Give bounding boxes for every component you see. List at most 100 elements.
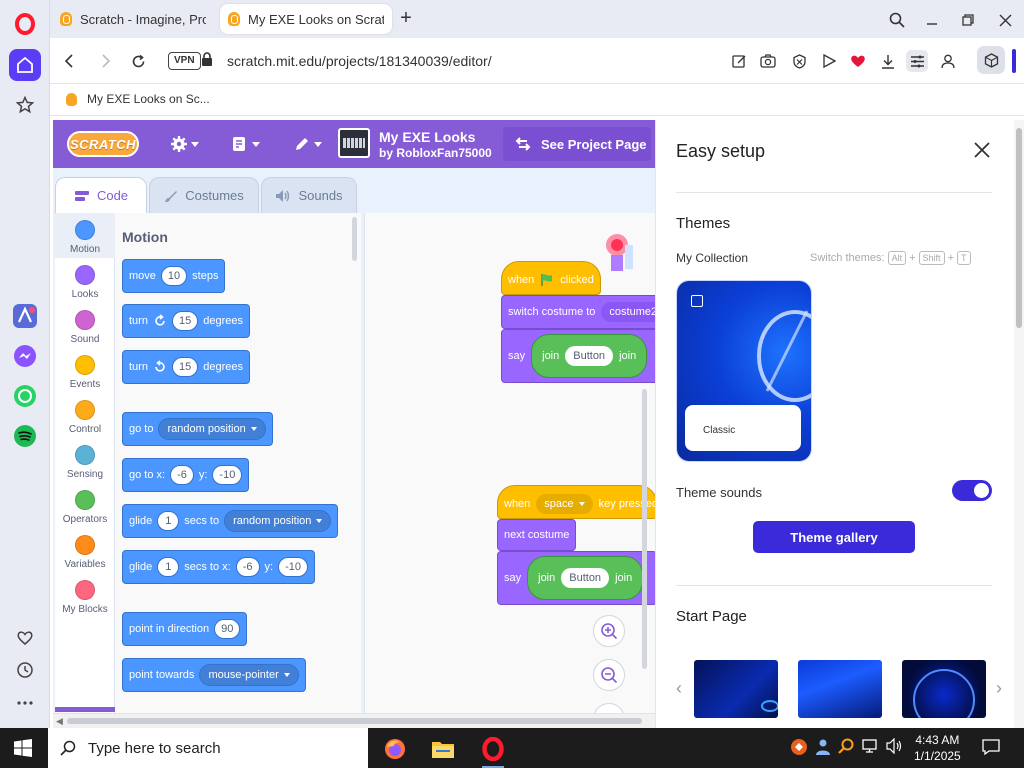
spotify-icon[interactable]	[9, 420, 41, 452]
category-control[interactable]: Control	[55, 400, 115, 435]
minimize-icon[interactable]	[921, 9, 943, 31]
workspace-scrollbar[interactable]	[642, 389, 647, 669]
bookmark-item[interactable]: My EXE Looks on Sc...	[66, 92, 210, 106]
file-explorer-icon[interactable]	[428, 734, 458, 764]
block-go-to[interactable]: go to random position	[122, 412, 273, 446]
send-icon[interactable]	[818, 50, 840, 72]
file-menu[interactable]	[231, 134, 260, 154]
block-number-input[interactable]: -10	[278, 557, 308, 577]
tab-code[interactable]: Code	[55, 177, 147, 213]
block-number-input[interactable]: -6	[235, 557, 260, 577]
block-number-input[interactable]: -10	[212, 465, 243, 485]
block-point-towards[interactable]: point towards mouse-pointer	[122, 658, 306, 692]
join-operator[interactable]: join Button join	[531, 334, 648, 378]
aria-icon[interactable]	[9, 300, 41, 332]
block-turn-right[interactable]: turn 15 degrees	[122, 304, 250, 338]
profile-icon[interactable]	[937, 50, 959, 72]
reload-icon[interactable]	[127, 50, 149, 72]
block-number-input[interactable]: 15	[171, 311, 199, 331]
block-glide-to[interactable]: glide 1 secs to random position	[122, 504, 339, 538]
carousel-prev-icon[interactable]: ‹	[672, 678, 686, 698]
taskbar-clock[interactable]: 4:43 AM 1/1/2025	[914, 732, 961, 764]
start-page-wallpaper[interactable]	[798, 660, 882, 718]
start-page-wallpaper[interactable]	[902, 660, 986, 718]
carousel-next-icon[interactable]: ›	[992, 678, 1006, 698]
scratch-logo[interactable]: SCRATCH	[67, 131, 139, 157]
category-sound[interactable]: Sound	[55, 310, 115, 345]
close-icon[interactable]	[972, 140, 992, 160]
more-icon[interactable]	[9, 687, 41, 719]
lock-icon[interactable]	[201, 52, 213, 70]
url-field[interactable]: scratch.mit.edu/projects/181340039/edito…	[227, 53, 492, 69]
block-dropdown[interactable]: mouse-pointer	[199, 664, 299, 686]
say-block[interactable]: say join Button join	[497, 551, 655, 605]
code-workspace[interactable]: when clicked switch costume to costume2 …	[364, 213, 655, 713]
windows-start-icon[interactable]	[14, 739, 32, 760]
settings-menu[interactable]	[170, 134, 199, 154]
firefox-icon[interactable]	[380, 734, 410, 764]
home-icon[interactable]	[9, 49, 41, 81]
project-author[interactable]: by RobloxFan75000	[379, 146, 492, 160]
tab-project[interactable]: My EXE Looks on Scratch	[220, 4, 392, 34]
download-icon[interactable]	[877, 50, 899, 72]
network-icon[interactable]	[862, 738, 880, 754]
notifications-icon[interactable]	[982, 738, 1000, 756]
category-motion[interactable]: Motion	[55, 213, 115, 258]
search-tabs-icon[interactable]	[886, 9, 908, 31]
block-turn-left[interactable]: turn 15 degrees	[122, 350, 250, 384]
scroll-thumb[interactable]	[1016, 128, 1022, 328]
block-number-input[interactable]: -6	[170, 465, 194, 485]
key-dropdown[interactable]: space	[536, 494, 593, 514]
block-number-input[interactable]: 90	[214, 619, 241, 639]
when-key-pressed-block[interactable]: when space key pressed	[497, 485, 655, 519]
block-number-input[interactable]: 1	[157, 511, 180, 531]
whatsapp-icon[interactable]	[9, 380, 41, 412]
theme-gallery-button[interactable]: Theme gallery	[753, 521, 915, 553]
next-costume-block[interactable]: next costume	[497, 519, 577, 551]
category-looks[interactable]: Looks	[55, 265, 115, 300]
new-tab-button[interactable]: +	[395, 8, 417, 30]
see-project-page-button[interactable]: See Project Page	[503, 127, 651, 161]
switch-costume-block[interactable]: switch costume to costume2	[501, 295, 655, 329]
block-dropdown[interactable]: random position	[224, 510, 332, 532]
block-point-in-direction[interactable]: point in direction 90	[122, 612, 248, 646]
category-operators[interactable]: Operators	[55, 490, 115, 525]
tab-costumes[interactable]: Costumes	[149, 177, 259, 213]
block-number-input[interactable]: 10	[160, 266, 188, 286]
opera-taskbar-icon[interactable]	[478, 734, 508, 768]
category-events[interactable]: Events	[55, 355, 115, 390]
tab-scratch-home[interactable]: Scratch - Imagine, Program, Share	[52, 4, 214, 34]
vpn-badge[interactable]: VPN	[168, 52, 201, 70]
say-block[interactable]: say join Button join	[501, 329, 655, 383]
category-my-blocks[interactable]: My Blocks	[55, 580, 115, 615]
star-icon[interactable]	[9, 89, 41, 121]
tray-search-icon[interactable]	[838, 738, 854, 754]
zoom-out-button[interactable]	[593, 659, 625, 691]
back-icon[interactable]	[59, 50, 81, 72]
zoom-in-button[interactable]	[593, 615, 625, 647]
costume-dropdown[interactable]: costume2	[601, 302, 655, 322]
project-title[interactable]: My EXE Looks	[379, 129, 475, 145]
ad-block-icon[interactable]	[788, 50, 810, 72]
when-flag-clicked-block[interactable]: when clicked	[501, 261, 601, 295]
volume-icon[interactable]	[886, 738, 904, 754]
scroll-left-icon[interactable]: ◀	[56, 716, 63, 727]
tray-people-icon[interactable]	[814, 738, 832, 756]
category-sensing[interactable]: Sensing	[55, 445, 115, 480]
history-icon[interactable]	[9, 654, 41, 686]
tray-app-icon[interactable]	[790, 738, 808, 756]
block-glide-xy[interactable]: glide 1 secs to x: -6 y: -10	[122, 550, 315, 584]
close-window-icon[interactable]	[994, 9, 1016, 31]
zoom-reset-button[interactable]	[593, 703, 625, 713]
opera-logo-icon[interactable]	[9, 8, 41, 40]
edit-menu[interactable]	[293, 134, 322, 154]
theme-sounds-toggle[interactable]	[952, 480, 992, 501]
block-go-to-xy[interactable]: go to x: -6 y: -10	[122, 458, 250, 492]
start-page-wallpaper[interactable]	[694, 660, 778, 718]
camera-icon[interactable]	[757, 50, 779, 72]
scroll-thumb[interactable]	[67, 718, 642, 724]
join-operator[interactable]: join Button join	[527, 556, 644, 600]
edit-page-icon[interactable]	[728, 50, 750, 72]
sprite-preview[interactable]	[603, 231, 635, 277]
editor-horizontal-scrollbar[interactable]: ◀	[53, 713, 655, 728]
